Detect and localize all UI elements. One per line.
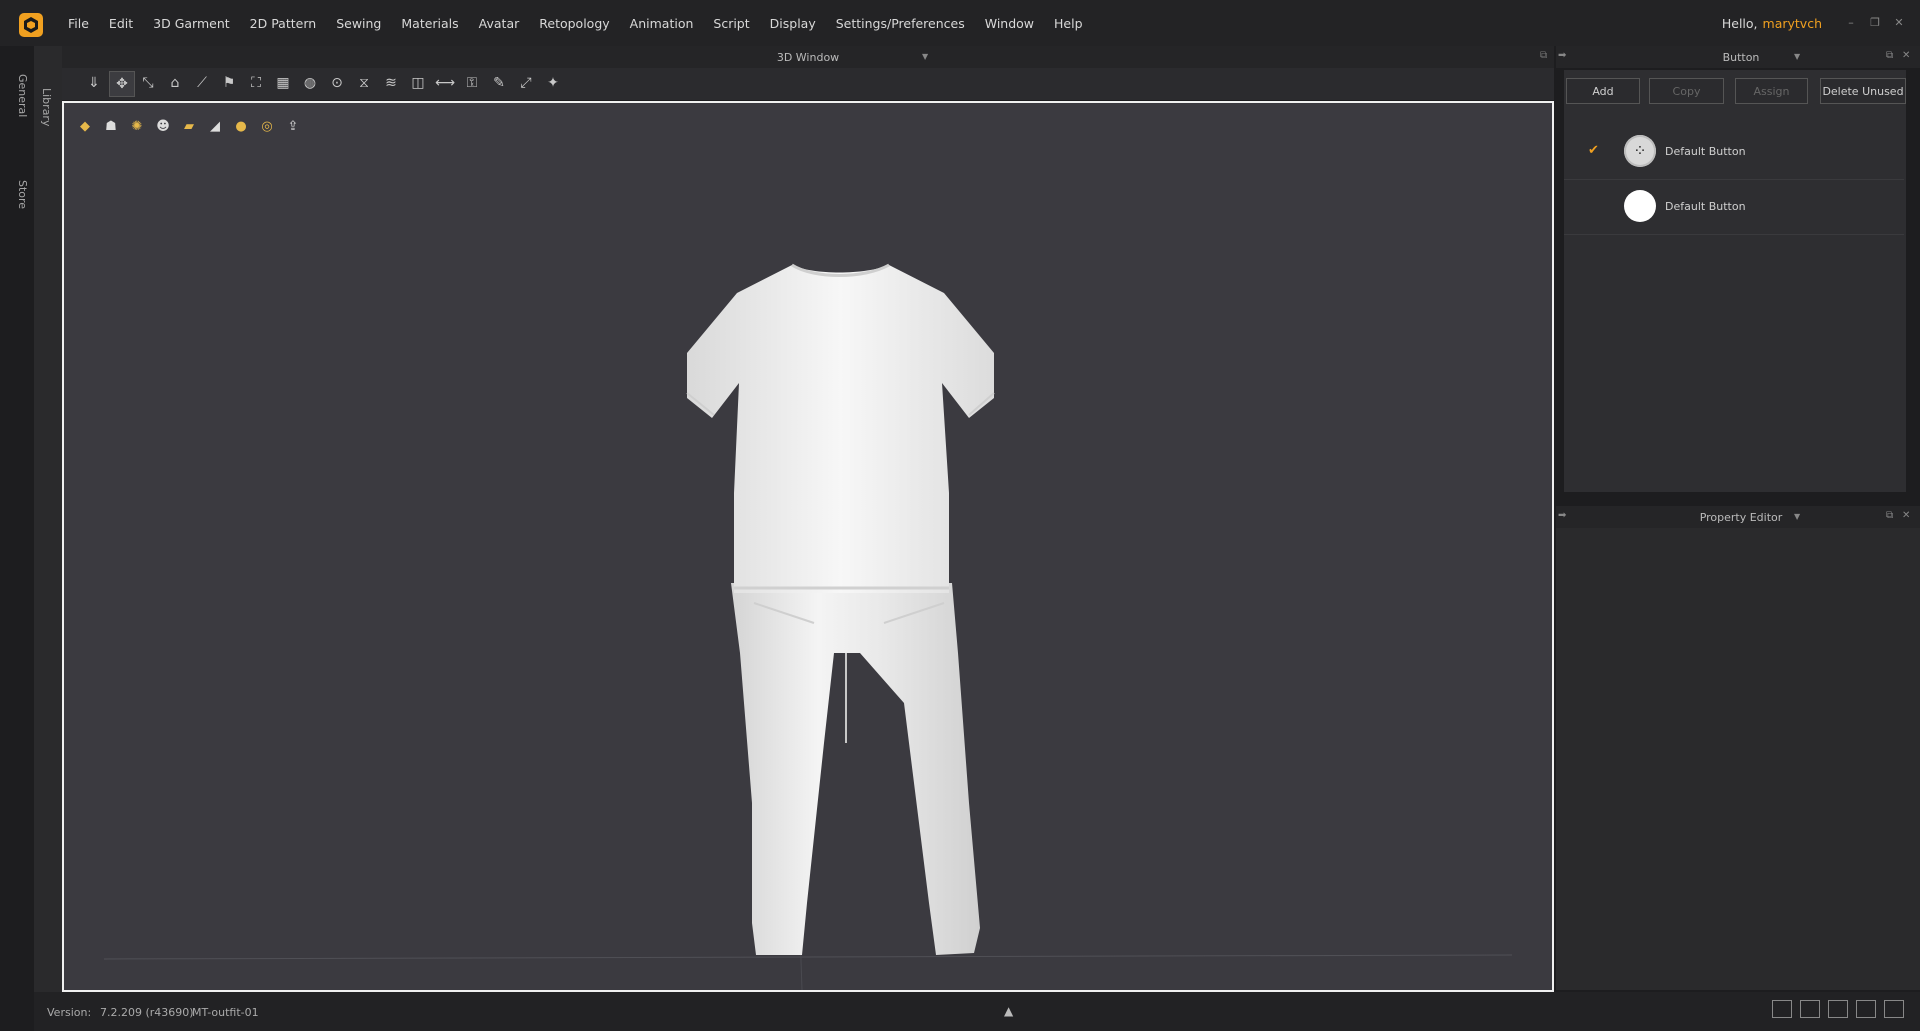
- menu-item-3d-garment[interactable]: 3D Garment: [143, 16, 240, 31]
- cut-icon[interactable]: ⟋: [190, 71, 214, 95]
- measure-icon[interactable]: ◫: [406, 71, 430, 95]
- restore-icon[interactable]: ❐: [1868, 16, 1882, 30]
- library-strip: [34, 46, 62, 1031]
- transform-pattern-icon[interactable]: ⤡: [136, 71, 160, 95]
- menu-item-settings-preferences[interactable]: Settings/Preferences: [826, 16, 975, 31]
- property-editor-header: ➡ Property Editor ▼ ⧉ ✕: [1556, 506, 1920, 528]
- garment-model[interactable]: [624, 183, 1004, 983]
- menu-item-sewing[interactable]: Sewing: [326, 16, 391, 31]
- property-editor-title: Property Editor: [1699, 510, 1783, 524]
- tape-icon[interactable]: ⟷: [433, 71, 457, 95]
- greeting-text: Hello,: [1721, 15, 1758, 31]
- title-bar: File Edit 3D Garment 2D Pattern Sewing Materi…: [0, 0, 1920, 46]
- window-controls: – ❐ ✕: [1844, 0, 1906, 46]
- list-item[interactable]: Default Button: [1564, 180, 1904, 235]
- button-panel-header: ➡ Button ▼ ⧉ ✕: [1556, 46, 1920, 68]
- menu-item-animation[interactable]: Animation: [620, 16, 704, 31]
- button-name: Default Button: [1665, 200, 1746, 213]
- layout-single-icon[interactable]: [1772, 1000, 1792, 1018]
- fabric-icon[interactable]: ▦: [271, 71, 295, 95]
- chevron-down-icon[interactable]: ▼: [1794, 512, 1800, 521]
- layout-triple-icon[interactable]: [1828, 1000, 1848, 1018]
- menu-item-edit[interactable]: Edit: [99, 16, 143, 31]
- lock-icon[interactable]: ⚿: [460, 71, 484, 95]
- buttonhole-icon[interactable]: ⊙: [325, 71, 349, 95]
- menu-item-file[interactable]: File: [58, 16, 99, 31]
- pin-icon[interactable]: ⚑: [217, 71, 241, 95]
- chevron-down-icon[interactable]: ▼: [922, 52, 928, 61]
- 3d-toolbar: ⇓ ✥ ⤡ ⌂ ⟋ ⚑ ⛶ ▦ ◍ ⊙ ⧖ ≋ ◫ ⟷ ⚿ ✎ ⤢ ✦: [62, 68, 1554, 100]
- tack-icon[interactable]: ⛶: [244, 71, 268, 95]
- delete-unused-button[interactable]: Delete Unused: [1820, 78, 1906, 104]
- add-button[interactable]: Add: [1566, 78, 1640, 104]
- undock-icon[interactable]: ⧉: [1886, 50, 1893, 61]
- menu-item-retopology[interactable]: Retopology: [529, 16, 619, 31]
- undock-icon[interactable]: ⧉: [1540, 50, 1547, 61]
- assign-button[interactable]: Assign: [1735, 78, 1808, 104]
- paint-icon[interactable]: ✎: [487, 71, 511, 95]
- tab-library[interactable]: Library: [40, 88, 53, 168]
- move-icon[interactable]: ✥: [109, 71, 135, 97]
- chevron-down-icon[interactable]: ▼: [1794, 52, 1800, 61]
- close-icon[interactable]: ✕: [1902, 510, 1910, 521]
- menu-item-script[interactable]: Script: [703, 16, 759, 31]
- puckering-icon[interactable]: ≋: [379, 71, 403, 95]
- button-swatch: [1624, 190, 1656, 222]
- button-swatch: [1624, 135, 1656, 167]
- menu-item-2d-pattern[interactable]: 2D Pattern: [240, 16, 327, 31]
- button-panel: Add Copy Assign Delete Unused ✔ Default …: [1564, 70, 1906, 492]
- tab-store[interactable]: Store: [16, 180, 29, 230]
- copy-button[interactable]: Copy: [1649, 78, 1724, 104]
- expand-up-icon[interactable]: ▲: [1004, 1004, 1013, 1018]
- version-number: 7.2.209 (r43690): [100, 1006, 194, 1019]
- zipper-icon[interactable]: ⧖: [352, 71, 376, 95]
- checkmark-icon: ✔: [1588, 143, 1599, 158]
- 3d-window-header: 3D Window ▼ ⧉: [62, 46, 1554, 68]
- menu-item-materials[interactable]: Materials: [391, 16, 468, 31]
- menu-item-help[interactable]: Help: [1044, 16, 1093, 31]
- close-icon[interactable]: ✕: [1902, 50, 1910, 61]
- fold-icon[interactable]: ⌂: [163, 71, 187, 95]
- close-icon[interactable]: ✕: [1892, 16, 1906, 30]
- layout-custom-icon[interactable]: [1884, 1000, 1904, 1018]
- minimize-icon[interactable]: –: [1844, 16, 1858, 30]
- clo-logo-icon[interactable]: [18, 12, 44, 38]
- shrink-icon[interactable]: ⤢: [514, 71, 538, 95]
- project-name: MT-outfit-01: [192, 1006, 259, 1019]
- avatar-measure-icon[interactable]: ✦: [541, 71, 565, 95]
- list-item[interactable]: ✔ Default Button: [1564, 125, 1904, 180]
- button-name: Default Button: [1665, 145, 1746, 158]
- property-editor-panel: [1556, 528, 1920, 990]
- tab-general[interactable]: General: [16, 74, 29, 154]
- menu-item-display[interactable]: Display: [760, 16, 826, 31]
- menu-item-window[interactable]: Window: [975, 16, 1044, 31]
- menu-item-avatar[interactable]: Avatar: [469, 16, 530, 31]
- layout-switcher: [1772, 1000, 1904, 1018]
- version-label: Version:: [47, 1006, 92, 1019]
- 3d-viewport[interactable]: ◆ ☗ ✺ ☻ ▰ ◢ ● ◎ ⇪: [62, 101, 1554, 992]
- user-greeting: Hello, marytvch: [1722, 0, 1822, 46]
- username-link[interactable]: marytvch: [1763, 16, 1822, 31]
- layout-split-icon[interactable]: [1800, 1000, 1820, 1018]
- layout-quad-icon[interactable]: [1856, 1000, 1876, 1018]
- dock-arrow-icon[interactable]: ➡: [1558, 510, 1566, 521]
- status-bar: Version: 7.2.209 (r43690) MT-outfit-01 ▲: [34, 992, 1920, 1031]
- menu-bar: File Edit 3D Garment 2D Pattern Sewing Materi…: [58, 0, 1093, 46]
- button-icon[interactable]: ◍: [298, 71, 322, 95]
- button-panel-title: Button: [1722, 50, 1760, 64]
- 3d-window-title: 3D Window: [776, 50, 840, 64]
- select-mesh-icon[interactable]: ⇓: [82, 71, 106, 95]
- dock-arrow-icon[interactable]: ➡: [1558, 50, 1566, 61]
- undock-icon[interactable]: ⧉: [1886, 510, 1893, 521]
